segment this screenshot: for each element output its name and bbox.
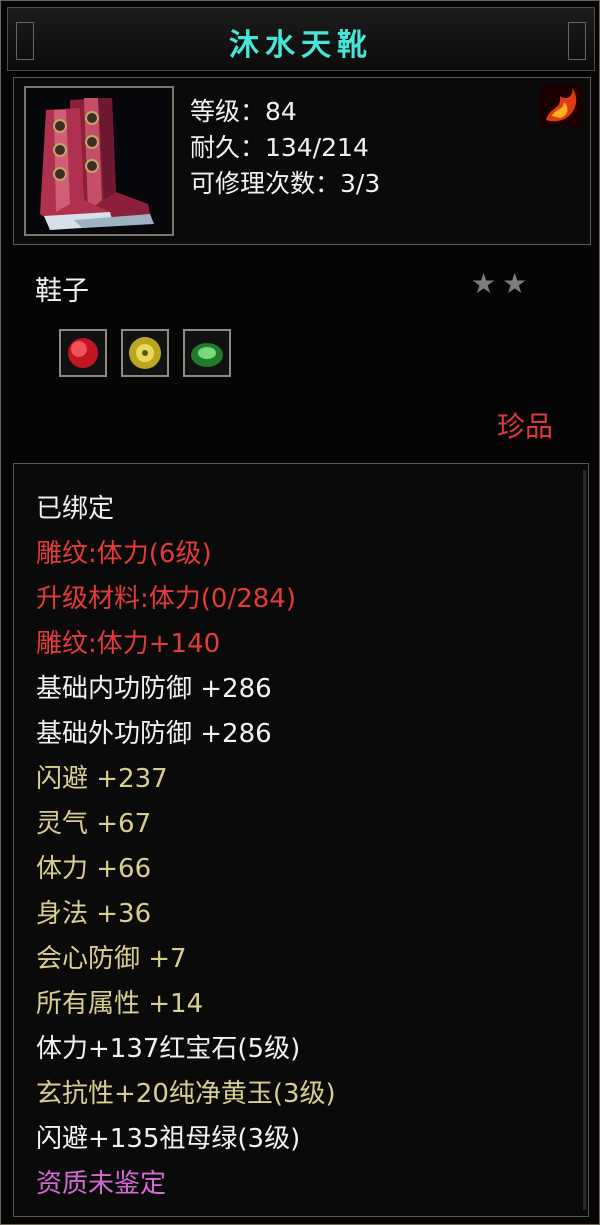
attribute-line: 雕纹:体力(6级) xyxy=(36,539,212,569)
attribute-line: 资质未鉴定 xyxy=(36,1169,167,1199)
item-name: 沐水天靴 xyxy=(229,28,373,63)
attribute-line: 升级材料:体力(0/284) xyxy=(36,584,296,614)
attribute-line: 体力+137红宝石(5级) xyxy=(36,1034,301,1064)
socket-red-gem[interactable] xyxy=(59,329,107,377)
attribute-line: 身法 +36 xyxy=(36,899,152,929)
attribute-line: 所有属性 +14 xyxy=(36,989,204,1019)
attribute-line: 已绑定 xyxy=(36,494,115,524)
red-gem-icon xyxy=(68,338,98,368)
socket-yellow-jade[interactable] xyxy=(121,329,169,377)
attribute-line: 闪避+135祖母绿(3级) xyxy=(36,1124,301,1154)
attribute-line: 闪避 +237 xyxy=(36,764,168,794)
attribute-line: 会心防御 +7 xyxy=(36,944,187,974)
star-icon: ★ xyxy=(471,267,497,300)
attribute-line: 灵气 +67 xyxy=(36,809,152,839)
star-icon: ★ xyxy=(502,267,528,300)
level-text: 等级：84 xyxy=(190,97,297,126)
attribute-line: 基础外功防御 +286 xyxy=(36,719,272,749)
title-ornament-right xyxy=(568,22,586,60)
attribute-line: 基础内功防御 +286 xyxy=(36,674,272,704)
item-tooltip: 沐水天靴 等级：84 耐久：134/214 可修理次数：3/3 鞋子 ★ ★ 珍… xyxy=(0,0,600,1225)
yellow-jade-icon xyxy=(129,337,161,369)
title-bar: 沐水天靴 xyxy=(7,7,595,71)
fire-element-icon xyxy=(540,84,582,126)
boots-icon xyxy=(24,86,174,236)
rarity-label: 珍品 xyxy=(496,410,553,443)
attribute-line: 雕纹:体力+140 xyxy=(36,629,221,659)
attribute-panel: 已绑定雕纹:体力(6级) 升级材料:体力(0/284) 雕纹:体力+140 基础内功防… xyxy=(13,463,589,1217)
panel-scrollbar[interactable] xyxy=(583,470,586,1210)
star-rating: ★ ★ xyxy=(471,269,527,299)
attribute-line: 体力 +66 xyxy=(36,854,152,884)
durability-text: 耐久：134/214 xyxy=(190,133,369,162)
item-header-panel: 等级：84 耐久：134/214 可修理次数：3/3 xyxy=(13,77,591,245)
repair-count-text: 可修理次数：3/3 xyxy=(190,169,381,198)
item-type: 鞋子 xyxy=(35,276,89,307)
emerald-icon xyxy=(191,343,223,367)
attribute-line: 玄抗性+20纯净黄玉(3级) xyxy=(36,1079,336,1109)
socket-emerald[interactable] xyxy=(183,329,231,377)
